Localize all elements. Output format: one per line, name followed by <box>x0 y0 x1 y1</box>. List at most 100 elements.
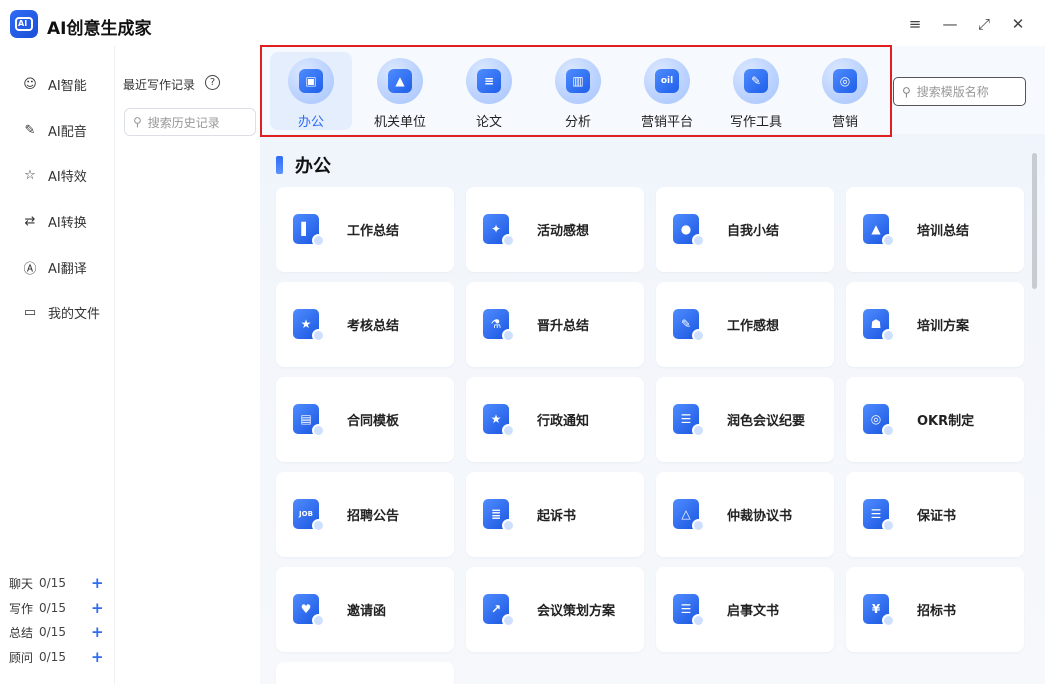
voice-icon: ✎ <box>24 122 36 138</box>
sparkle-icon: ☆ <box>24 167 36 183</box>
briefcase-icon: ▣ <box>288 58 334 104</box>
template-card-label: 起诉书 <box>537 509 577 524</box>
scrollbar[interactable] <box>1032 153 1037 289</box>
template-card[interactable]: ★ 行政通知 <box>466 377 644 462</box>
nav-item-label: AI配音 <box>48 124 87 140</box>
quota-value: 0/15 <box>39 601 66 615</box>
template-search-placeholder: 搜索模版名称 <box>916 85 989 99</box>
nav-item-label: AI特效 <box>48 169 87 185</box>
category-label: 论文 <box>475 115 502 130</box>
category-label: 写作工具 <box>729 115 782 130</box>
nav-item-label: AI翻译 <box>48 261 87 277</box>
section-accent-bar <box>276 156 283 174</box>
nav-item-ai-translate[interactable]: Ⓐ AI翻译 <box>20 255 87 279</box>
history-search-input[interactable]: ⚲ 搜索历史记录 <box>124 108 256 136</box>
template-card-label: 晋升总结 <box>537 319 590 334</box>
document-icon: ≡ <box>466 58 512 104</box>
category-tab-paper[interactable]: ≡ 论文 <box>448 52 530 130</box>
target-icon: ◎ <box>822 58 868 104</box>
list-icon: ☰ <box>671 403 705 437</box>
nav-item-my-files[interactable]: ▭ 我的文件 <box>20 300 100 324</box>
template-card[interactable]: ¥ 招标书 <box>846 567 1024 652</box>
template-card-label: 行政通知 <box>537 414 590 429</box>
translate-icon: Ⓐ <box>23 261 37 277</box>
template-card[interactable]: ★ 考核总结 <box>276 282 454 367</box>
nav-item-label: AI转换 <box>48 215 87 231</box>
category-tab-marketing[interactable]: ◎ 营销 <box>804 52 886 130</box>
invitation-icon: ♥ <box>291 593 325 627</box>
template-card-label: 会议策划方案 <box>537 604 616 619</box>
template-card[interactable]: ✎ 工作感想 <box>656 282 834 367</box>
title-bar: AI AI创意生成家 ≡ — ⤢ ✕ <box>0 0 1045 46</box>
category-bar: ▣ 办公 ▲ 机关单位 ≡ 论文 ▥ 分析 oil 营销平台 ✎ 写作工具 ◎ … <box>260 45 1045 137</box>
pen-icon: ✎ <box>733 58 779 104</box>
category-tab-analysis[interactable]: ▥ 分析 <box>537 52 619 130</box>
template-card[interactable]: ▌ 工作总结 <box>276 187 454 272</box>
app-title: AI创意生成家 <box>47 19 152 39</box>
template-card[interactable]: ● 自我小结 <box>656 187 834 272</box>
robot-icon: ☺ <box>23 76 37 92</box>
job-icon: JOB <box>291 498 325 532</box>
category-label: 营销平台 <box>640 115 693 130</box>
announcement-icon: ☰ <box>671 593 705 627</box>
template-card[interactable]: ▤ 合同模板 <box>276 377 454 462</box>
maximize-icon[interactable]: ⤢ <box>973 13 995 35</box>
help-icon[interactable]: ? <box>205 75 220 90</box>
menu-icon[interactable]: ≡ <box>904 13 926 35</box>
template-card-partial[interactable] <box>276 662 454 684</box>
template-card[interactable]: ⚗ 晋升总结 <box>466 282 644 367</box>
nav-item-ai-voice[interactable]: ✎ AI配音 <box>20 118 87 142</box>
minimize-icon[interactable]: — <box>939 13 961 35</box>
template-card-label: 招聘公告 <box>347 509 400 524</box>
screen-icon: oil <box>644 58 690 104</box>
category-tab-office[interactable]: ▣ 办公 <box>270 52 352 130</box>
left-nav: ☺ AI智能 ✎ AI配音 ☆ AI特效 ⇄ AI转换 Ⓐ AI翻译 ▭ 我的文… <box>0 46 115 684</box>
template-card-label: 培训方案 <box>917 319 970 334</box>
category-label: 机关单位 <box>373 115 426 130</box>
pledge-icon: ☰ <box>861 498 895 532</box>
nav-item-ai-smart[interactable]: ☺ AI智能 <box>20 72 87 96</box>
agreement-icon: △ <box>671 498 705 532</box>
template-search-input[interactable]: ⚲ 搜索模版名称 <box>893 77 1026 106</box>
template-card[interactable]: JOB 招聘公告 <box>276 472 454 557</box>
graduation-cap-icon: ▲ <box>861 213 895 247</box>
template-card[interactable]: ☰ 启事文书 <box>656 567 834 652</box>
add-quota-button[interactable]: + <box>91 599 104 617</box>
category-tab-marketing-platform[interactable]: oil 营销平台 <box>626 52 708 130</box>
section-title: 办公 <box>295 156 331 177</box>
app-logo-icon: AI <box>10 10 38 38</box>
template-card[interactable]: ☗ 培训方案 <box>846 282 1024 367</box>
nav-item-ai-convert[interactable]: ⇄ AI转换 <box>20 209 87 233</box>
quota-value: 0/15 <box>39 625 66 639</box>
nav-item-label: AI智能 <box>48 78 87 94</box>
convert-icon: ⇄ <box>24 213 36 229</box>
nav-item-ai-effects[interactable]: ☆ AI特效 <box>20 163 87 187</box>
history-panel: 最近写作记录 ? ⚲ 搜索历史记录 <box>115 46 260 684</box>
template-card[interactable]: ☰ 保证书 <box>846 472 1024 557</box>
template-card[interactable]: ◎ OKR制定 <box>846 377 1024 462</box>
search-icon: ⚲ <box>133 115 142 129</box>
close-icon[interactable]: ✕ <box>1007 13 1029 35</box>
template-card[interactable]: ☰ 润色会议纪要 <box>656 377 834 462</box>
template-card-label: 仲裁协议书 <box>727 509 793 524</box>
category-tab-government[interactable]: ▲ 机关单位 <box>359 52 441 130</box>
quota-summary: 总结 0/15 + <box>9 622 104 642</box>
quota-advisor: 顾问 0/15 + <box>9 647 104 667</box>
add-quota-button[interactable]: + <box>91 574 104 592</box>
category-tab-writing-tools[interactable]: ✎ 写作工具 <box>715 52 797 130</box>
add-quota-button[interactable]: + <box>91 623 104 641</box>
add-quota-button[interactable]: + <box>91 648 104 666</box>
template-card-label: OKR制定 <box>917 414 975 429</box>
trend-icon: ↗ <box>481 593 515 627</box>
quota-value: 0/15 <box>39 576 66 590</box>
quota-chat: 聊天 0/15 + <box>9 573 104 593</box>
template-card[interactable]: ↗ 会议策划方案 <box>466 567 644 652</box>
template-card[interactable]: ▲ 培训总结 <box>846 187 1024 272</box>
template-card[interactable]: ♥ 邀请函 <box>276 567 454 652</box>
template-card[interactable]: ✦ 活动感想 <box>466 187 644 272</box>
target-icon: ◎ <box>861 403 895 437</box>
template-card-label: 工作感想 <box>727 319 780 334</box>
template-card[interactable]: ≣ 起诉书 <box>466 472 644 557</box>
template-card[interactable]: △ 仲裁协议书 <box>656 472 834 557</box>
person-icon: ● <box>671 213 705 247</box>
